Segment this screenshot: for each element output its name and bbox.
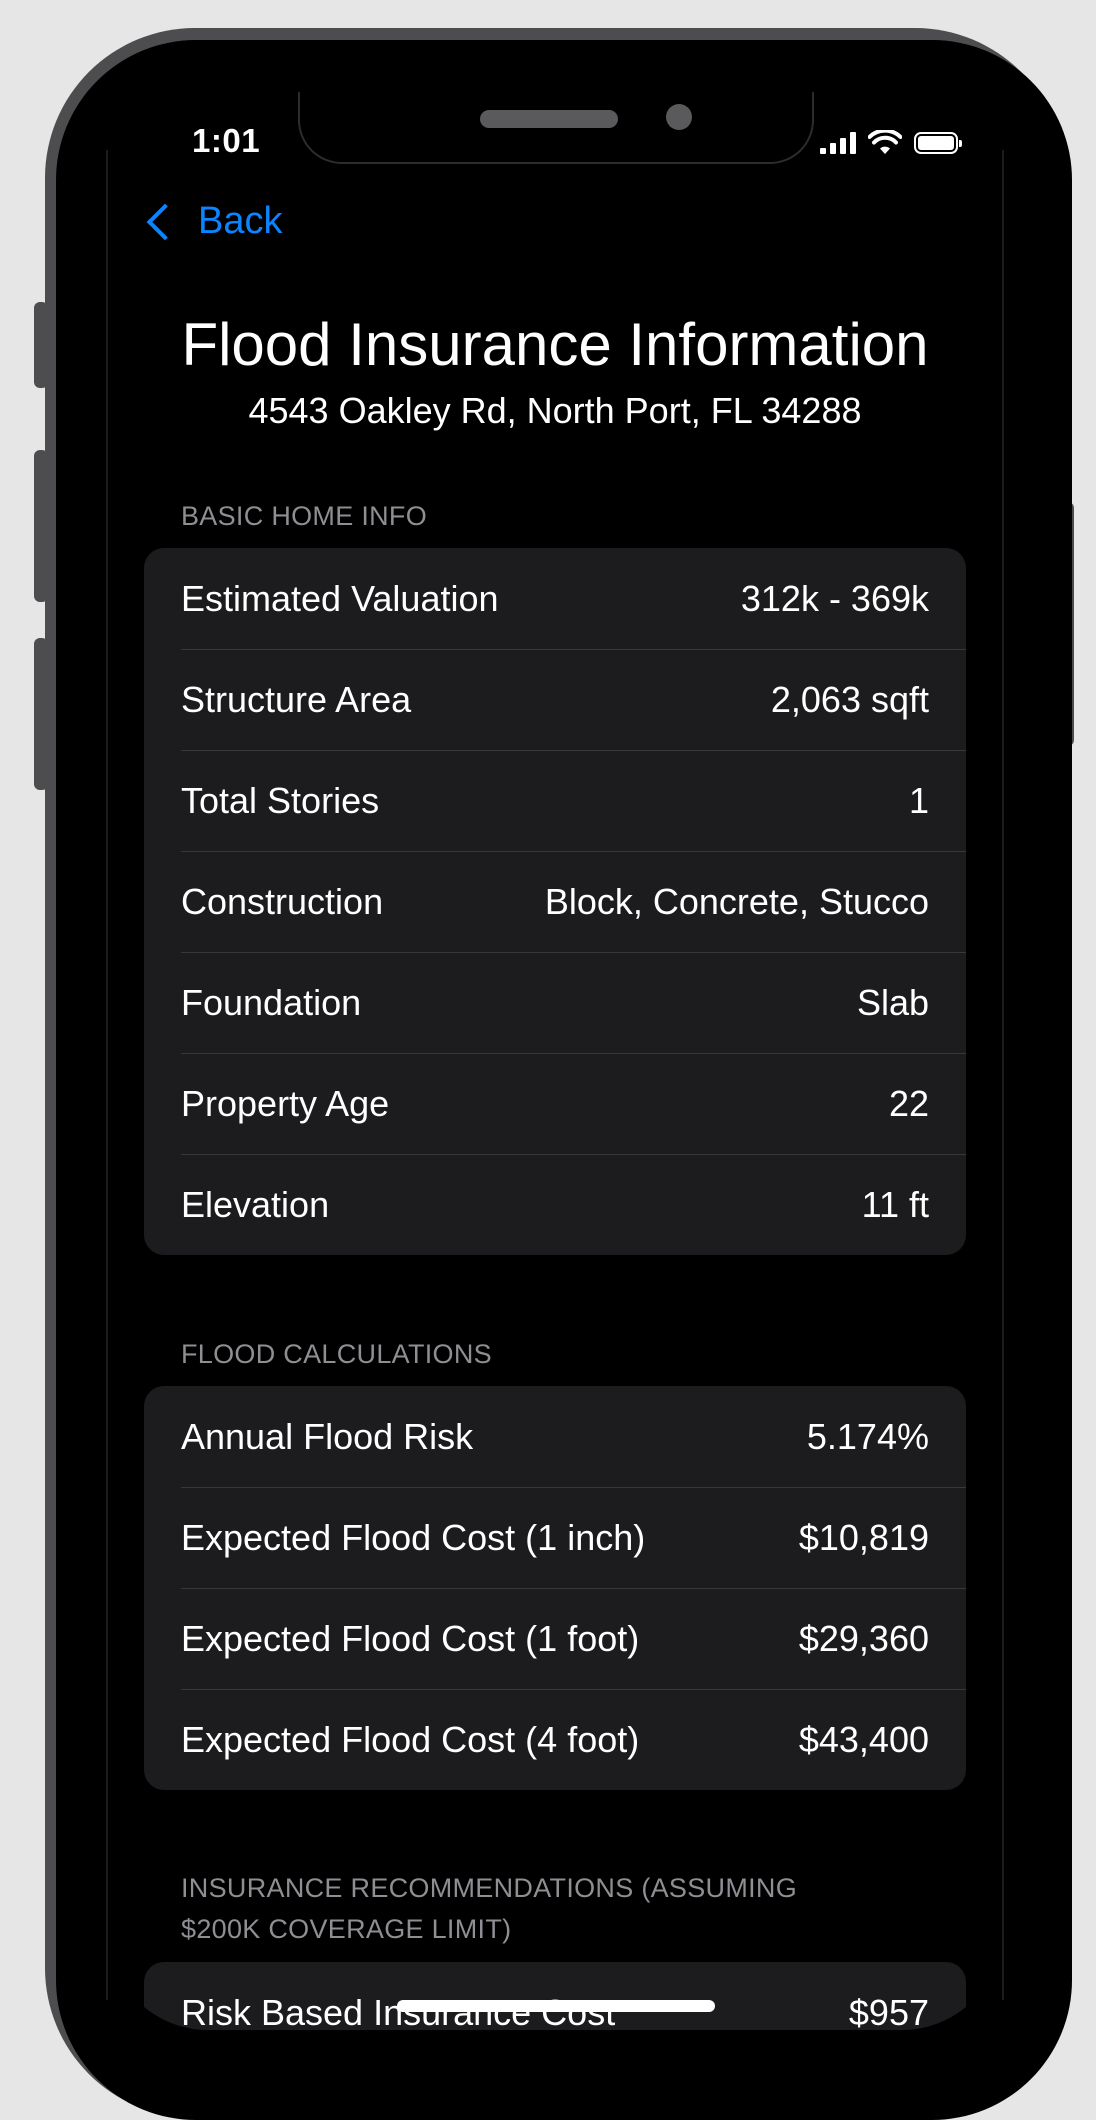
row-value: $10,819	[798, 1516, 929, 1558]
row-value: 312k - 369k	[740, 577, 929, 619]
page-title: Flood Insurance Information	[181, 311, 929, 378]
screen-edge-right	[1002, 150, 1004, 2000]
row-value: Slab	[856, 981, 929, 1023]
cellular-signal-icon	[820, 132, 856, 154]
front-camera	[666, 104, 692, 130]
list-item: Risk Based Insurance Cost $957	[144, 1962, 966, 2031]
row-value: 2,063 sqft	[770, 678, 929, 720]
list-item: Expected Flood Cost (1 foot) $29,360	[144, 1588, 966, 1689]
status-time: 1:01	[192, 122, 261, 159]
status-icons	[820, 130, 962, 156]
row-value: 11 ft	[861, 1183, 929, 1225]
row-label: Foundation	[181, 981, 362, 1023]
list-item: Structure Area 2,063 sqft	[144, 649, 966, 750]
flood-calculations-card: Annual Flood Risk 5.174% Expected Flood …	[144, 1386, 966, 1790]
row-label: Annual Flood Risk	[181, 1415, 474, 1457]
row-label: Construction	[181, 880, 384, 922]
basic-home-info-card: Estimated Valuation 312k - 369k Structur…	[144, 548, 966, 1255]
list-item: Elevation 11 ft	[144, 1154, 966, 1255]
row-label: Elevation	[181, 1183, 330, 1225]
notch	[298, 92, 814, 164]
list-item: Total Stories 1	[144, 750, 966, 851]
row-label: Expected Flood Cost (4 foot)	[181, 1718, 640, 1760]
back-button[interactable]: Back	[144, 200, 282, 243]
section-label-flood-calculations: FLOOD CALCULATIONS	[181, 1339, 492, 1369]
row-value: $43,400	[798, 1718, 929, 1760]
back-label: Back	[198, 200, 283, 242]
section-label-line: $200K COVERAGE LIMIT)	[181, 1914, 512, 1944]
list-item: Foundation Slab	[144, 952, 966, 1053]
section-label-basic-home-info: BASIC HOME INFO	[181, 501, 428, 531]
row-label: Expected Flood Cost (1 inch)	[181, 1516, 646, 1558]
section-label-line: INSURANCE RECOMMENDATIONS (ASSUMING	[181, 1873, 798, 1903]
list-item: Estimated Valuation 312k - 369k	[144, 548, 966, 649]
row-value: Block, Concrete, Stucco	[544, 880, 929, 922]
row-label: Total Stories	[181, 779, 380, 821]
list-item: Expected Flood Cost (4 foot) $43,400	[144, 1689, 966, 1790]
battery-icon	[914, 132, 962, 154]
row-value: 1	[908, 779, 929, 821]
app-screen: 1:01 Back Flood Insurance Information 45…	[108, 92, 1002, 2030]
list-item: Construction Block, Concrete, Stucco	[144, 851, 966, 952]
row-label: Estimated Valuation	[181, 577, 499, 619]
list-item: Property Age 22	[144, 1053, 966, 1154]
home-indicator[interactable]	[397, 2000, 715, 2012]
speaker-grille	[480, 110, 618, 128]
row-value: 22	[888, 1082, 929, 1124]
insurance-recommendations-card: Risk Based Insurance Cost $957	[144, 1962, 966, 2030]
row-value: $29,360	[798, 1617, 929, 1659]
row-label: Property Age	[181, 1082, 390, 1124]
wifi-icon	[868, 130, 902, 154]
row-value: $957	[848, 1991, 929, 2031]
list-item: Expected Flood Cost (1 inch) $10,819	[144, 1487, 966, 1588]
row-label: Structure Area	[181, 678, 412, 720]
property-address: 4543 Oakley Rd, North Port, FL 34288	[248, 390, 862, 431]
list-item: Annual Flood Risk 5.174%	[144, 1386, 966, 1487]
row-label: Expected Flood Cost (1 foot)	[181, 1617, 640, 1659]
row-value: 5.174%	[806, 1415, 929, 1457]
chevron-left-icon	[146, 203, 184, 240]
section-label-insurance-recommendations: INSURANCE RECOMMENDATIONS (ASSUMING $200…	[181, 1868, 797, 1950]
